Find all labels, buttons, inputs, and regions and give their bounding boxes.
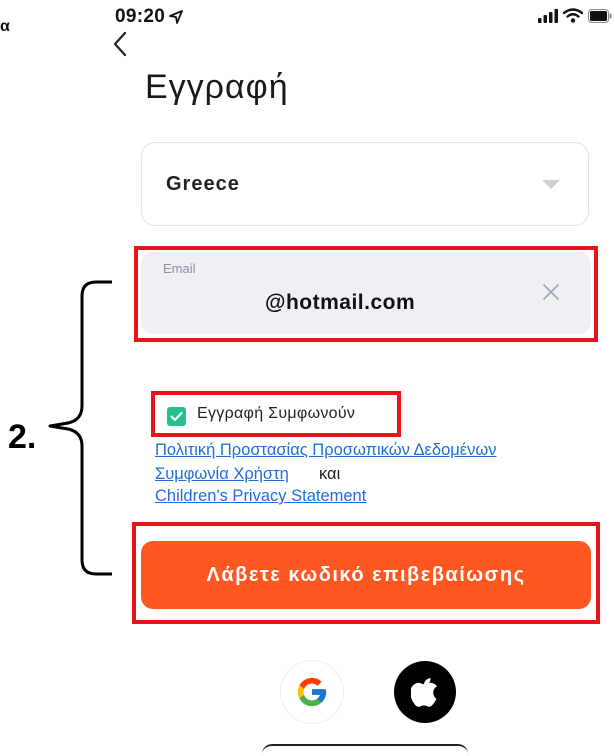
user-agreement-link[interactable]: Συμφωνία Χρήστη (155, 465, 289, 484)
curly-brace-annotation (48, 280, 112, 576)
battery-icon (588, 8, 612, 23)
location-arrow-icon (169, 10, 184, 24)
step-number-label: 2. (8, 418, 37, 456)
page-title: Εγγραφή (145, 68, 289, 106)
children-privacy-link[interactable]: Children's Privacy Statement (155, 487, 366, 506)
status-icons (538, 8, 612, 23)
signal-icon (538, 8, 558, 23)
status-time-text: 09:20 (115, 6, 166, 27)
privacy-policy-link[interactable]: Πολιτική Προστασίας Προσωπικών Δεδομένων (155, 441, 497, 460)
highlight-box-agreement (151, 391, 401, 437)
partial-bottom-element (262, 744, 468, 756)
dropdown-triangle-icon (542, 180, 560, 189)
wifi-icon (563, 8, 583, 23)
apple-login-button[interactable] (394, 661, 456, 723)
stray-annotation-char: α (0, 18, 10, 35)
apple-icon (411, 678, 437, 707)
highlight-box-email (134, 246, 598, 342)
highlight-box-submit (132, 522, 600, 624)
google-icon (297, 677, 327, 707)
status-time: 09:20 (115, 6, 184, 28)
conjunction-text: και (319, 465, 341, 483)
country-value: Greece (166, 173, 240, 195)
country-select[interactable]: Greece (141, 142, 589, 226)
chevron-left-icon[interactable] (110, 30, 130, 58)
google-login-button[interactable] (281, 661, 343, 723)
